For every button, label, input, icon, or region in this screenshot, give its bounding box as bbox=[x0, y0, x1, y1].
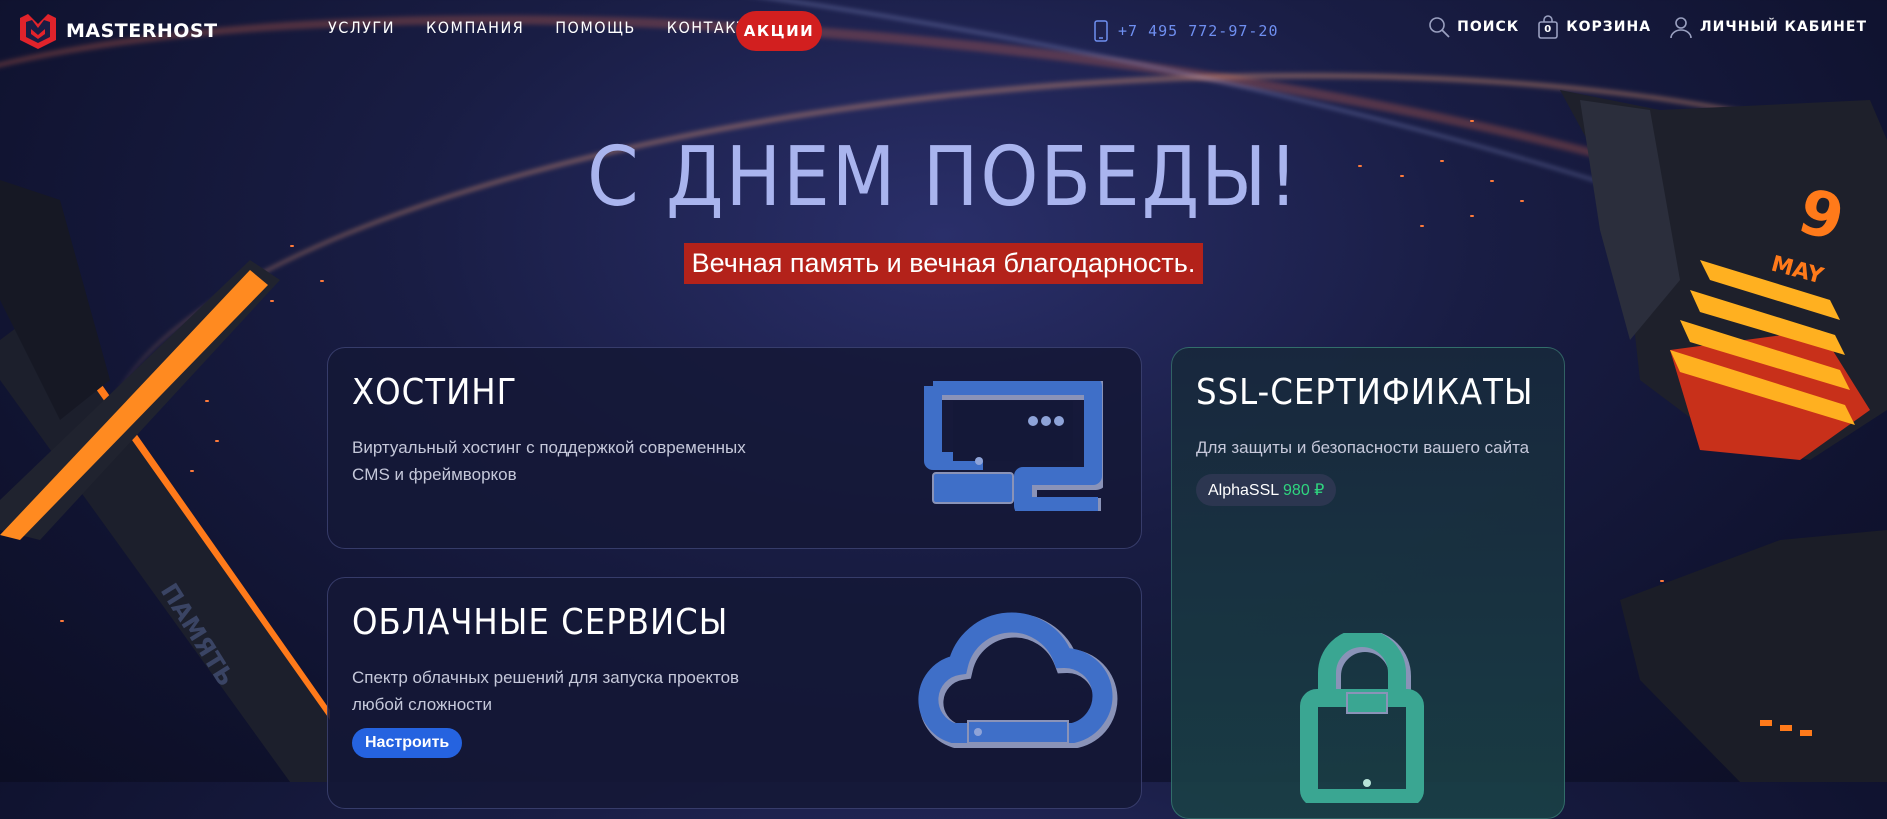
hero-title: С ДНЕМ ПОБЕДЫ! bbox=[587, 130, 1300, 225]
cart-button[interactable]: 0 КОРЗИНА bbox=[1537, 15, 1651, 39]
card-title: ХОСТИНГ bbox=[352, 372, 518, 413]
phone-number: +7 495 772-97-20 bbox=[1118, 22, 1279, 40]
phone-icon bbox=[1094, 20, 1108, 42]
server-illustration-icon bbox=[924, 381, 1103, 511]
main-nav: УСЛУГИ КОМПАНИЯ ПОМОЩЬ КОНТАКТЫ bbox=[328, 18, 761, 37]
search-button[interactable]: ПОИСК bbox=[1428, 16, 1519, 38]
cloud-illustration-icon bbox=[918, 612, 1118, 748]
ssl-product-name: AlphaSSL bbox=[1208, 482, 1279, 499]
header-utilities: ПОИСК 0 КОРЗИНА ЛИЧНЫЙ КАБИНЕТ bbox=[1428, 15, 1867, 39]
ssl-price: 980 ₽ bbox=[1283, 482, 1325, 499]
promo-button[interactable]: АКЦИИ bbox=[736, 11, 822, 51]
phone-link[interactable]: +7 495 772-97-20 bbox=[1094, 20, 1279, 42]
logo-icon bbox=[20, 14, 56, 49]
nav-item-services[interactable]: УСЛУГИ bbox=[328, 18, 395, 37]
card-description: Для защиты и безопасности вашего сайта bbox=[1196, 438, 1530, 457]
cart-label: КОРЗИНА bbox=[1566, 19, 1652, 35]
spark bbox=[1470, 120, 1474, 122]
card-description: Спектр облачных решений для запуска прое… bbox=[352, 668, 740, 714]
cloud-card[interactable]: ОБЛАЧНЫЕ СЕРВИСЫ Спектр облачных решений… bbox=[327, 577, 1142, 809]
cart-icon: 0 bbox=[1537, 15, 1559, 39]
cart-count: 0 bbox=[1544, 24, 1553, 35]
card-title: ОБЛАЧНЫЕ СЕРВИСЫ bbox=[352, 602, 729, 643]
account-label: ЛИЧНЫЙ КАБИНЕТ bbox=[1700, 19, 1867, 35]
search-icon bbox=[1429, 17, 1450, 38]
brand-logo[interactable]: MASTERHOST bbox=[18, 12, 218, 50]
spark bbox=[1420, 225, 1424, 227]
lock-illustration-icon bbox=[1300, 633, 1424, 803]
card-title: SSL-СЕРТИФИКАТЫ bbox=[1196, 372, 1534, 413]
account-button[interactable]: ЛИЧНЫЙ КАБИНЕТ bbox=[1669, 15, 1867, 39]
nav-item-help[interactable]: ПОМОЩЬ bbox=[555, 18, 636, 37]
ssl-card[interactable]: SSL-СЕРТИФИКАТЫ Для защиты и безопасност… bbox=[1171, 347, 1565, 819]
card-description: Виртуальный хостинг с поддержкой совреме… bbox=[352, 438, 746, 484]
user-icon bbox=[1670, 17, 1692, 39]
configure-button[interactable]: Настроить bbox=[352, 728, 463, 758]
nav-item-company[interactable]: КОМПАНИЯ bbox=[426, 18, 524, 37]
search-label: ПОИСК bbox=[1457, 19, 1520, 35]
site-header: MASTERHOST УСЛУГИ КОМПАНИЯ ПОМОЩЬ КОНТАК… bbox=[0, 0, 1887, 62]
ssl-price-tag[interactable]: AlphaSSL 980 ₽ bbox=[1196, 474, 1337, 506]
hero-subtitle: Вечная память и вечная благодарность. bbox=[683, 243, 1204, 284]
hosting-card[interactable]: ХОСТИНГ Виртуальный хостинг с поддержкой… bbox=[327, 347, 1142, 549]
brand-name: MASTERHOST bbox=[66, 20, 218, 42]
